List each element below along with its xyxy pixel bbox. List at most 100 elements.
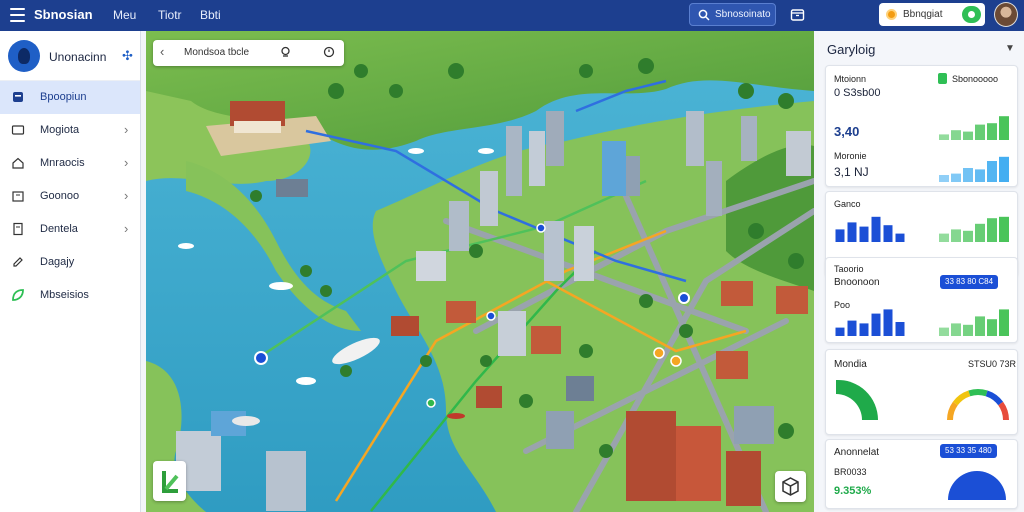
spark-bar (939, 134, 949, 140)
spark-bar (975, 223, 985, 242)
sidebar-item-3[interactable]: Mnraocis › (0, 147, 140, 180)
sidebar-item-1[interactable]: Bpoopiun (0, 81, 140, 114)
card-value: 0 S3sb00 (834, 87, 881, 99)
card-badge: 33 83 80 C84 (940, 275, 999, 289)
stat-card-3[interactable]: Taoorio Bnoonoon 33 83 80 C84 Poo (825, 257, 1018, 343)
document-icon (13, 222, 23, 236)
nav-item-2[interactable]: Tiotr (158, 8, 182, 22)
map-3d-button[interactable] (775, 471, 806, 502)
card-value-3: 3,1 NJ (834, 165, 869, 179)
card-label: Mtoionn (834, 74, 867, 84)
home-icon (12, 157, 24, 169)
map-layer-button[interactable] (153, 461, 186, 501)
card-label: Taoorio (834, 264, 864, 274)
spark-bar (999, 156, 1009, 182)
caret-down-icon[interactable]: ▼ (1005, 43, 1015, 54)
search-label: Sbnosoinato (715, 9, 771, 20)
back-arrow-icon[interactable]: ‹ (160, 44, 164, 59)
stat-card-4[interactable]: Mondia STSU0 73R (825, 349, 1018, 435)
edit-icon (13, 257, 23, 267)
bar (895, 322, 905, 336)
bar (835, 327, 845, 336)
spark-bar (999, 116, 1009, 140)
sidebar-item-2[interactable]: Mogiota › (0, 114, 140, 147)
spark-bar (963, 131, 973, 140)
spark-bar (963, 168, 973, 182)
avatar[interactable] (994, 2, 1018, 27)
bar-chart-1 (835, 216, 905, 242)
spark-bar (963, 324, 973, 336)
top-bar: Sbnosian Meu Tiotr Bbti Sbnosoinato Bbnq… (0, 0, 1024, 31)
bar (847, 222, 857, 242)
sidebar-item-label: Mbseisios (40, 289, 89, 301)
pin-icon[interactable]: ✣ (122, 48, 133, 64)
leaf-icon (12, 289, 24, 301)
sidebar-title: Unonacinn (49, 50, 107, 64)
map-search-box[interactable]: ‹ Mondsoa tbcle (153, 40, 344, 66)
stat-card-5[interactable]: Anonnelat 53 33 35 480 BR0033 9.353% (825, 439, 1018, 509)
sidebar-item-label: Dagajy (40, 256, 75, 268)
sidebar-item-label: Goonoo (40, 190, 80, 202)
card-value-2: 3,40 (834, 124, 860, 139)
app-brand: Sbnosian (34, 7, 93, 22)
bar (871, 313, 881, 336)
sparkline-2 (939, 156, 1009, 182)
half-pie-chart (836, 379, 879, 420)
bar (871, 216, 881, 242)
gauge-arc (947, 401, 958, 421)
card-value: Bnoonoon (834, 277, 880, 288)
bar (859, 323, 869, 336)
search-button[interactable]: Sbnosoinato (689, 3, 776, 26)
nav-item-3[interactable]: Bbti (200, 8, 221, 22)
sidebar-item-label: Mnraocis (40, 157, 85, 169)
location-icon[interactable] (280, 46, 291, 58)
clock-icon[interactable] (323, 46, 335, 58)
gauge-chart-2 (948, 471, 1006, 500)
sidebar-item-4[interactable]: Goonoo › (0, 180, 140, 213)
card-badge: 53 33 35 480 (940, 444, 997, 458)
user-status-label: Bbnqgiat (903, 9, 943, 20)
bar (835, 229, 845, 242)
sidebar-header: Unonacinn ✣ (0, 31, 140, 81)
spark-bar (987, 123, 997, 140)
search-icon (698, 9, 710, 21)
user-status-pill[interactable]: Bbnqgiat (879, 3, 985, 26)
spark-bar (951, 229, 961, 242)
spark-bar (975, 124, 985, 140)
sidebar-item-7[interactable]: Mbseisios (0, 279, 140, 312)
city-map[interactable] (146, 31, 814, 512)
sidebar-item-6[interactable]: Dagajy (0, 246, 140, 279)
sidebar-item-label: Mogiota (40, 124, 80, 136)
card-sub: BR0033 (834, 467, 867, 477)
status-toggle[interactable] (962, 6, 981, 23)
chevron-right-icon: › (124, 221, 129, 236)
map-canvas[interactable] (146, 31, 814, 512)
app-logo (8, 40, 40, 72)
spark-bar (999, 309, 1009, 336)
card-label: Mondia (834, 359, 867, 370)
spark-bar (975, 316, 985, 336)
sidebar-item-5[interactable]: Dentela › (0, 213, 140, 246)
nav-item-1[interactable]: Meu (113, 8, 136, 22)
map-search-text: Mondsoa tbcle (184, 47, 250, 58)
spark-bar (975, 169, 985, 182)
spark-bar (951, 130, 961, 140)
folder-icon (11, 125, 25, 135)
bar (859, 226, 869, 242)
checkmark-icon (162, 471, 179, 493)
package-icon[interactable] (790, 7, 805, 22)
sparkline-3 (939, 216, 1009, 242)
gauge-arc (998, 401, 1009, 421)
gauge-arc (952, 390, 971, 406)
bar (883, 225, 893, 242)
spark-bar (999, 216, 1009, 242)
building-icon (12, 191, 24, 202)
menu-icon[interactable] (10, 8, 25, 22)
layers-icon (13, 92, 23, 102)
gauge-chart-1 (947, 389, 1009, 421)
card-sub: Moronie (834, 151, 867, 161)
spark-bar (939, 327, 949, 336)
stat-card-1[interactable]: Mtoionn Sbonooooo 0 S3sb00 3,40 Moronie … (825, 65, 1018, 187)
status-dot-icon (938, 73, 947, 84)
sidebar-list: Bpoopiun Mogiota › Mnraocis › Goonoo › Dentela ›… (0, 81, 140, 312)
